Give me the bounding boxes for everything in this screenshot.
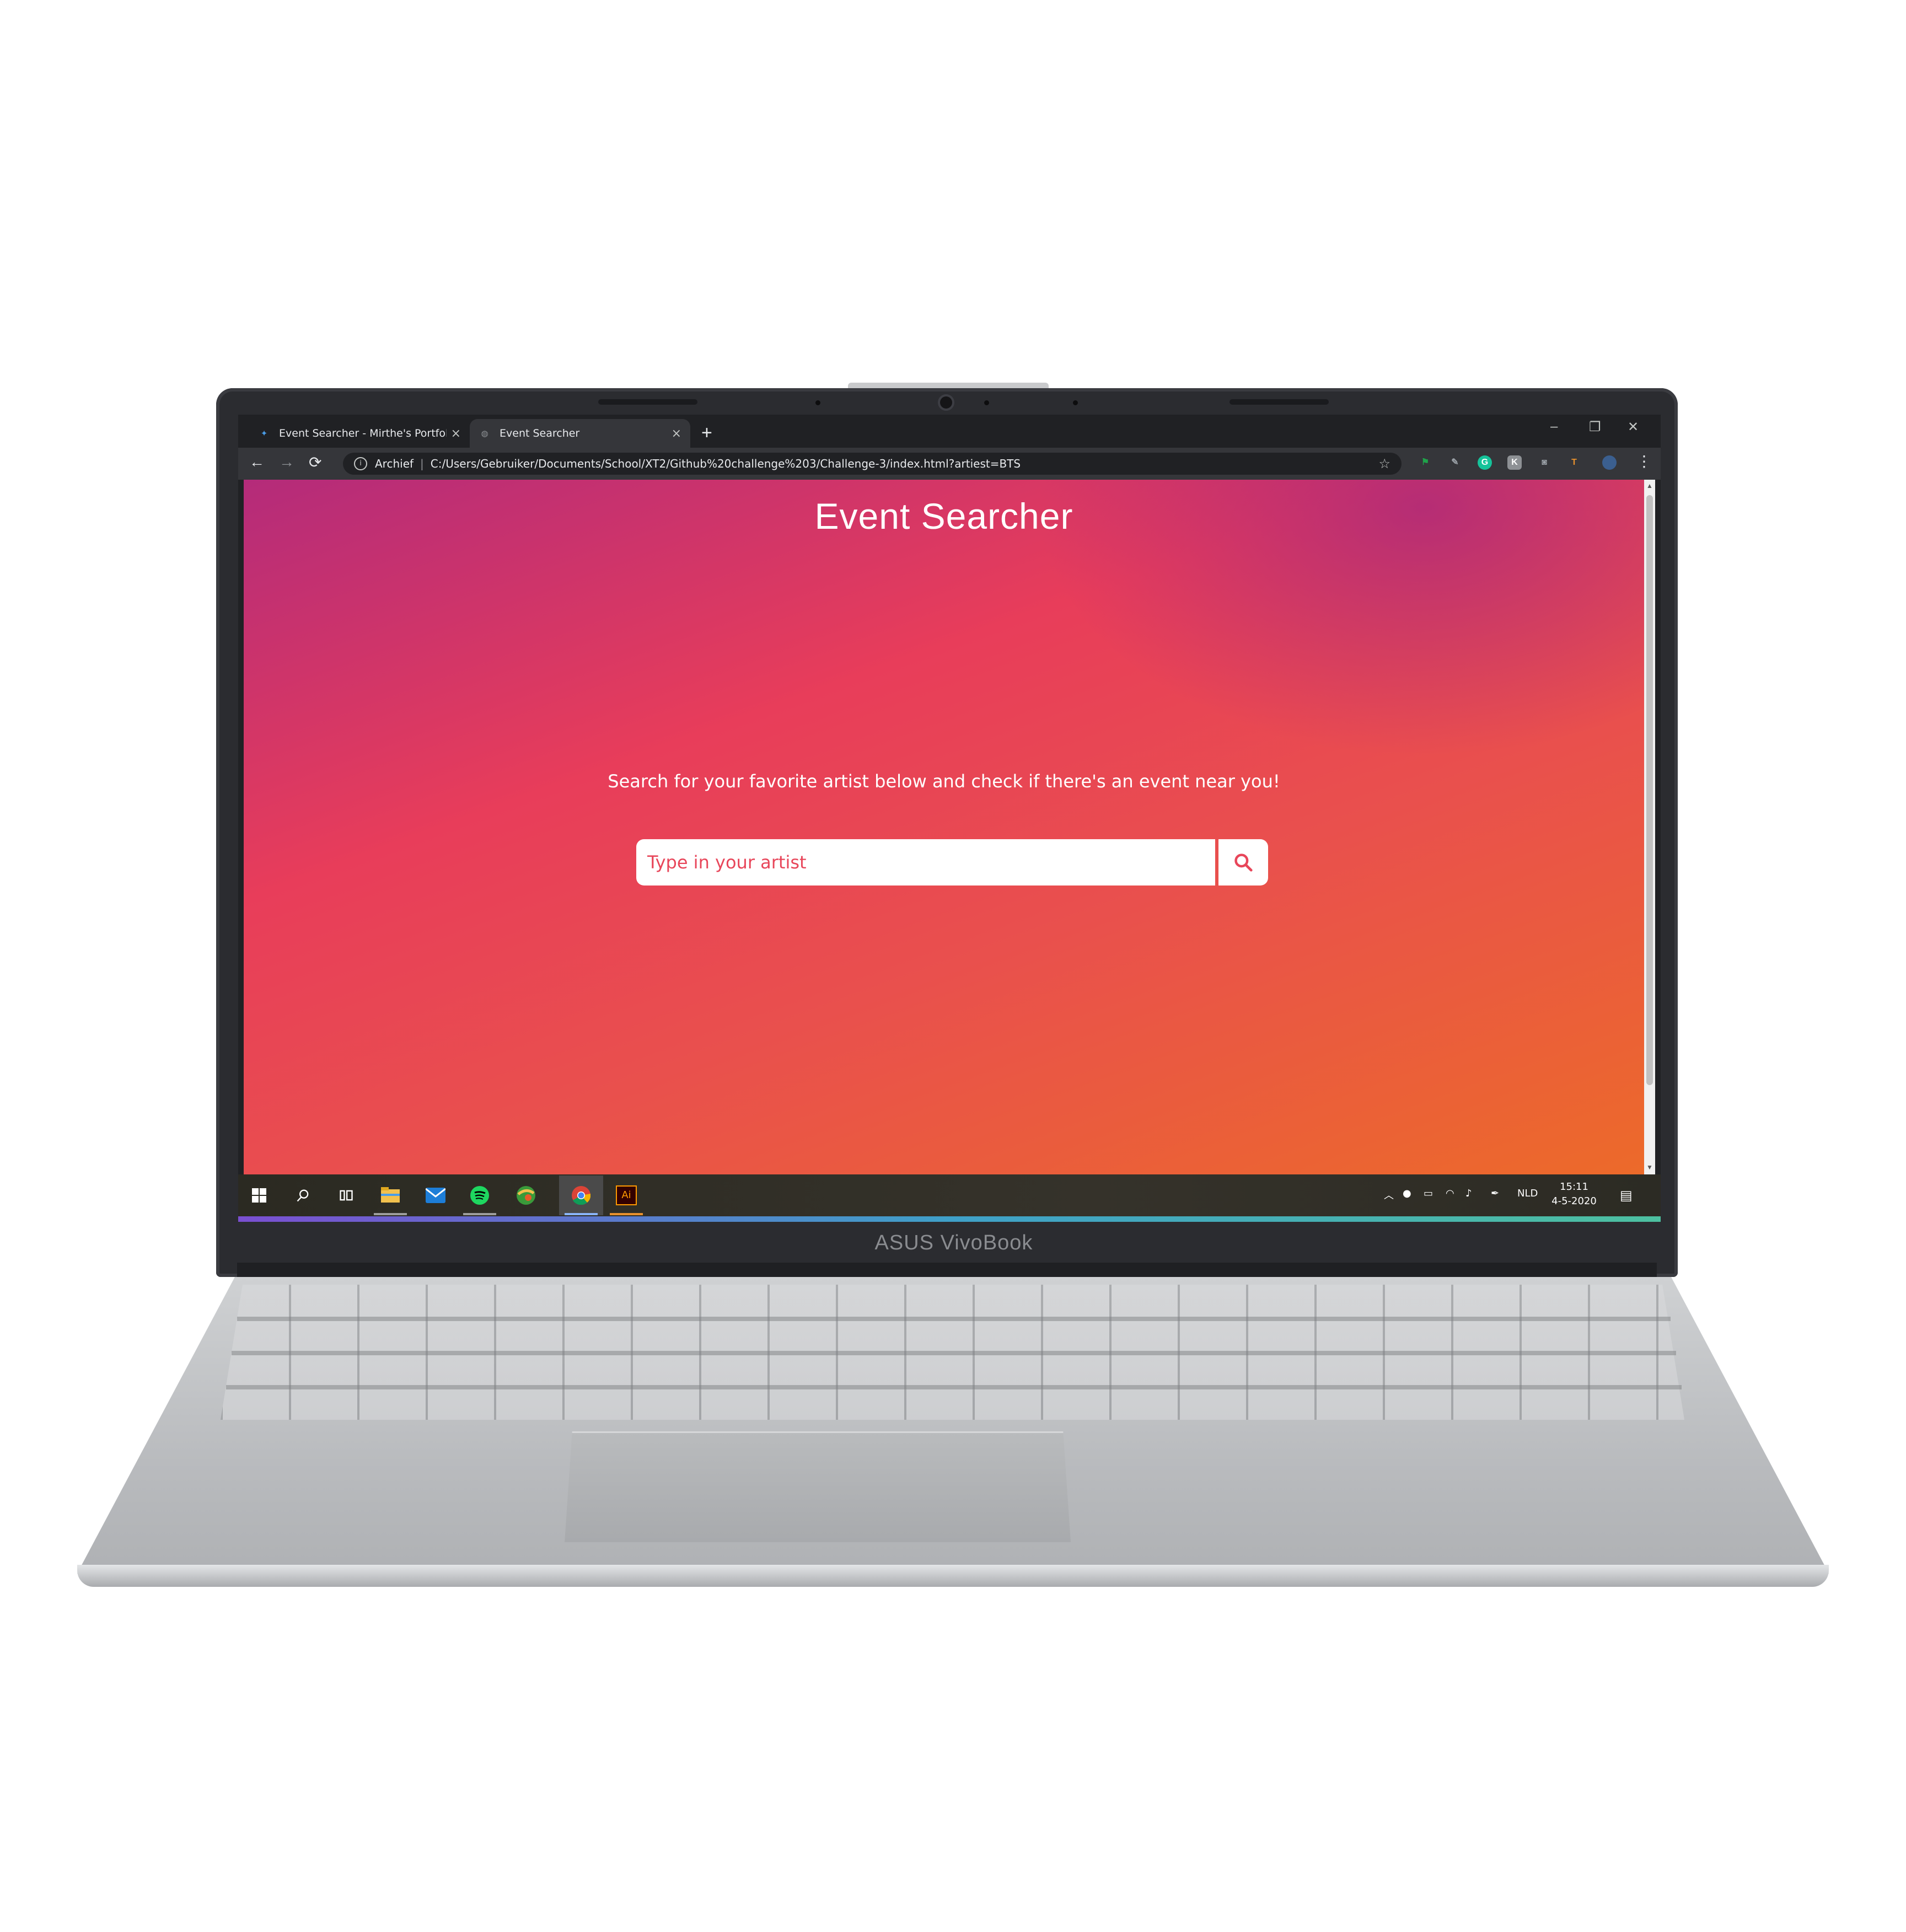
running-indicator [610,1213,643,1215]
artist-search-form [636,839,1268,886]
windows-icon[interactable] [248,1184,270,1206]
running-indicator [565,1213,598,1215]
restore-button[interactable]: ❐ [1589,419,1601,435]
webcam [940,396,952,409]
spotify-icon[interactable] [469,1184,491,1206]
close-tab-icon[interactable]: × [672,427,681,441]
sensor-dot [815,400,820,405]
scrollbar-thumb[interactable] [1646,495,1653,1085]
laptop-brand-label: ASUS VivoBook [874,1231,1033,1254]
back-button[interactable]: ← [249,453,265,471]
running-indicator [463,1213,496,1215]
illustrator-label: Ai [616,1185,637,1205]
laptop-screen: ✦ Event Searcher - Mirthe's Portfolio × … [238,415,1661,1222]
battery-icon[interactable]: ▭ [1424,1188,1433,1199]
site-info-icon[interactable]: i [354,457,367,470]
notification-badge-icon[interactable]: ● [1403,1188,1411,1199]
globe-app-icon[interactable] [515,1184,537,1206]
running-indicator [374,1213,407,1215]
extension-flag-icon[interactable]: ⚑ [1418,455,1432,470]
clock-time: 15:11 [1560,1181,1588,1193]
key-row-divider [232,1351,1676,1355]
browser-tab-bar: ✦ Event Searcher - Mirthe's Portfolio × … [238,415,1661,448]
forward-button[interactable]: → [279,453,294,471]
folder-icon[interactable] [379,1184,401,1206]
minimize-button[interactable]: – [1550,419,1558,434]
new-tab-button[interactable]: + [701,422,712,444]
mail-icon[interactable] [425,1184,447,1206]
sensor-dot [984,400,989,405]
close-window-button[interactable]: ✕ [1628,419,1639,435]
reload-button[interactable]: ⟳ [309,453,321,471]
browser-menu-icon[interactable]: ⋮ [1636,452,1652,470]
tab-title: Event Searcher - Mirthe's Portfolio [279,427,447,439]
language-indicator[interactable]: NLD [1517,1188,1538,1199]
lid-hinge [237,1263,1657,1277]
address-separator: | [420,457,424,470]
close-tab-icon[interactable]: × [451,427,461,441]
grammarly-icon[interactable]: G [1478,455,1492,470]
tab-title: Event Searcher [500,427,580,439]
address-url[interactable]: C:/Users/Gebruiker/Documents/School/XT2/… [431,457,1379,470]
bookmark-star-icon[interactable]: ☆ [1378,456,1390,471]
artist-search-input[interactable] [636,839,1215,886]
scroll-down-arrow[interactable]: ▼ [1646,1163,1653,1171]
page-scrollbar[interactable]: ▲ ▼ [1644,480,1655,1174]
key-row-divider [237,1317,1671,1321]
web-page: Event Searcher Search for your favorite … [244,480,1644,1174]
chevron-up-icon[interactable]: ︿ [1384,1188,1394,1202]
camera-extension-icon[interactable]: ◙ [1537,455,1551,470]
key-row-divider [226,1385,1682,1389]
browser-toolbar: ← → ⟳ i Archief | C:/Users/Gebruiker/Doc… [238,448,1661,480]
mic-grille-left [598,399,697,405]
tab-portfolio[interactable]: ✦ Event Searcher - Mirthe's Portfolio × [249,419,470,448]
page-tagline: Search for your favorite artist below an… [608,771,1280,792]
extension-t-icon[interactable]: T [1567,455,1581,470]
search-button[interactable] [1218,839,1268,886]
action-center-icon[interactable]: ▤ [1620,1188,1633,1203]
address-scheme-label: Archief [375,457,414,470]
mic-grille-right [1229,399,1329,405]
extension-pen-icon[interactable]: ✎ [1448,455,1462,470]
touchpad [565,1431,1071,1542]
search-icon [1234,854,1253,872]
globe-icon: ◍ [481,428,488,438]
windows-taskbar: Ai ︿ ● ▭ ◠ ♪ ✒ NLD 15:11 4-5-2020 ▤ [238,1174,1661,1216]
pen-icon[interactable]: ✒ [1491,1188,1499,1199]
address-bar[interactable]: i Archief | C:/Users/Gebruiker/Documents… [343,453,1402,475]
scroll-up-arrow[interactable]: ▲ [1646,482,1653,490]
portfolio-icon: ✦ [260,428,268,438]
extension-k-icon[interactable]: K [1507,455,1522,470]
chrome-icon[interactable] [559,1176,603,1215]
clock-date: 4-5-2020 [1551,1195,1597,1207]
sensor-dot [1073,400,1078,405]
wifi-icon[interactable]: ◠ [1446,1188,1454,1199]
page-title: Event Searcher [814,496,1073,536]
screen-edge-glow [238,1216,1661,1222]
volume-icon[interactable]: ♪ [1465,1188,1472,1199]
task-view-icon[interactable] [335,1184,357,1206]
search-icon[interactable] [292,1184,314,1206]
profile-avatar[interactable] [1602,455,1617,470]
system-clock[interactable]: 15:11 4-5-2020 [1544,1180,1604,1209]
laptop-front-edge [77,1565,1829,1587]
tab-event-searcher[interactable]: ◍ Event Searcher × [470,419,690,448]
illustrator-icon[interactable]: Ai [615,1184,637,1206]
